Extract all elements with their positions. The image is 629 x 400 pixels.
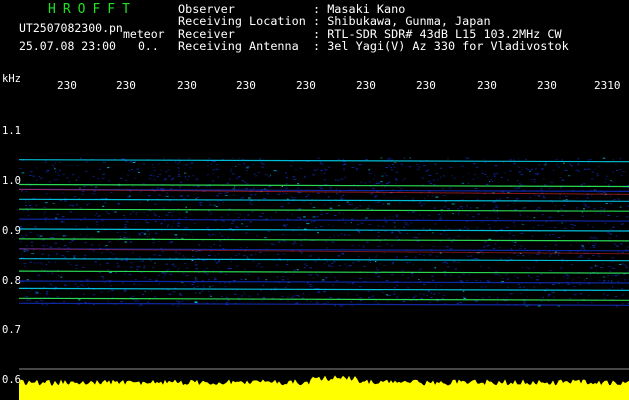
x-label-4: 230 [296,79,316,92]
location-label: Receiving Location [178,14,306,29]
location-value: : Shibukawa, Gunma, Japan [313,14,491,29]
hrofft-logo: HROFFT [48,2,137,17]
status-dots: 0.. [138,39,159,53]
noise-band [19,157,629,307]
info-labels: Observer Receiving Location Receiver Rec… [178,3,306,52]
spectrogram [19,157,629,400]
signal-line [19,297,629,301]
x-label-7: 230 [477,79,497,92]
signal-line [19,218,629,222]
power-trace [19,375,629,400]
x-label-0: 230 [57,79,77,92]
x-label-5: 230 [356,79,376,92]
y-axis-unit: kHz [2,73,21,85]
file-name: UT2507082300.pn [19,21,123,35]
signal-line [19,258,629,262]
antenna-label: Receiving Antenna [178,38,299,53]
signal-line [19,228,629,232]
signal-line [19,198,629,202]
signal-line [19,287,629,291]
x-label-8: 230 [537,79,557,92]
signal-line [19,238,629,242]
antenna-value: : 3el Yagi(V) Az 330 for Vladivostok [313,38,569,53]
signal-line [19,159,629,163]
signal-line [19,183,629,188]
date-time: 25.07.08 23:00 [19,39,116,53]
x-label-2: 230 [177,79,197,92]
x-label-1: 230 [116,79,136,92]
x-label-9: 2310 [594,79,621,92]
info-values: : Masaki Kano : Shibukawa, Gunma, Japan … [313,3,569,52]
x-label-6: 230 [416,79,436,92]
x-label-3: 230 [236,79,256,92]
